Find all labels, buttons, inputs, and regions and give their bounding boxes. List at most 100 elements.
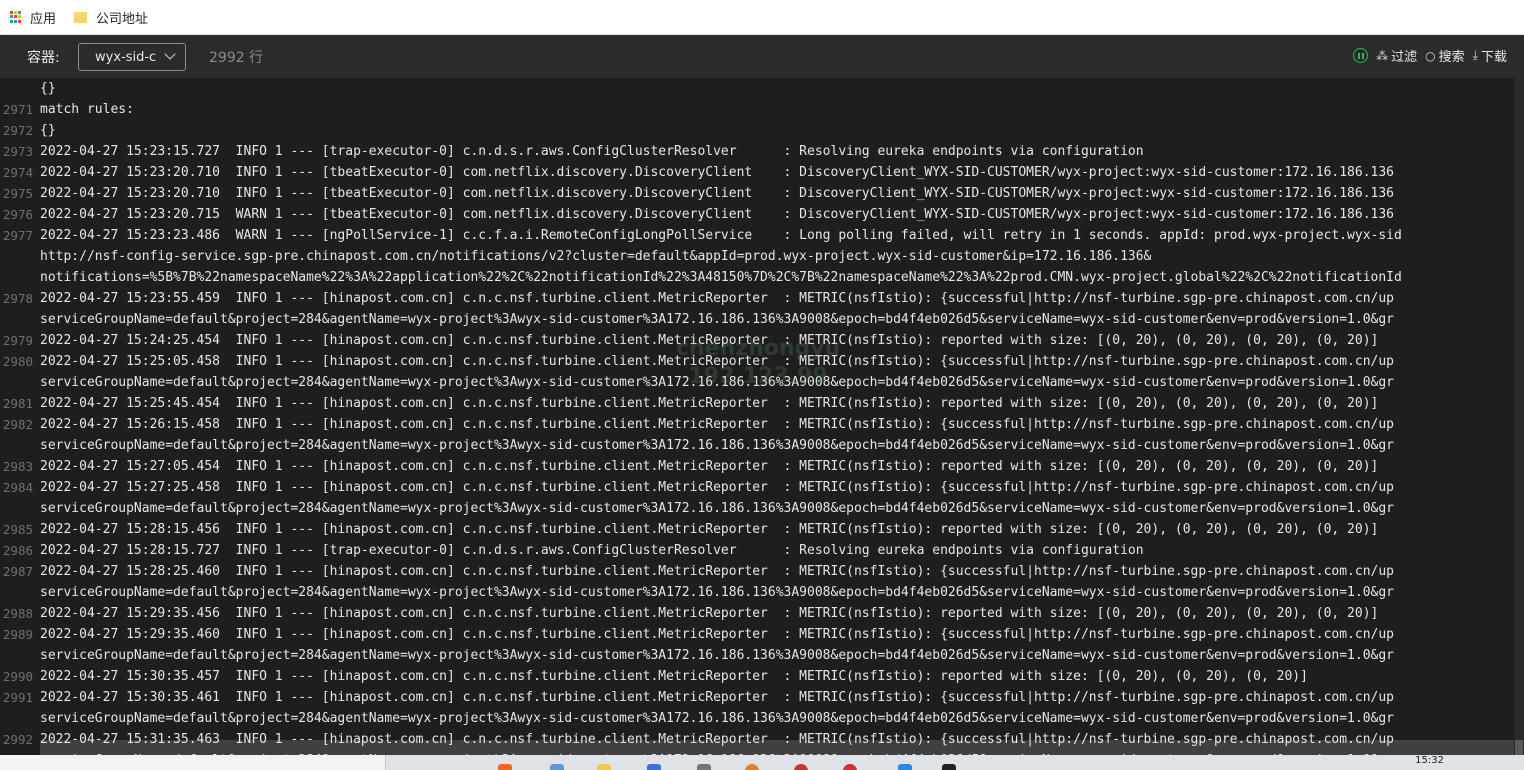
line-number [0,645,40,666]
horizontal-scrollbar[interactable] [40,740,1514,755]
line-count: 2992 行 [209,50,264,66]
log-row: 2975 2022-04-27 15:23:20.710 INFO 1 --- [… [0,183,1514,204]
line-number [0,708,40,729]
line-number [0,435,40,456]
log-row: 2981 2022-04-27 15:25:45.454 INFO 1 --- [… [0,393,1514,414]
log-line-text: serviceGroupName=default&project=284&age… [40,711,1395,726]
app-icon[interactable] [942,764,956,770]
app-icon[interactable] [745,764,759,770]
line-number [0,246,40,267]
line-number: 2972 [2,123,33,138]
log-line-text: 2022-04-27 15:26:15.458 INFO 1 --- [hina… [40,417,1395,432]
scrollbar-thumb[interactable] [1515,740,1523,755]
log-line-text: 2022-04-27 15:25:45.454 INFO 1 --- [hina… [40,396,1379,411]
log-line-text: 2022-04-27 15:30:35.457 INFO 1 --- [hina… [40,669,1308,684]
line-number: 2981 [2,396,33,411]
log-row: serviceGroupName=default&project=284&age… [0,708,1514,729]
log-row: 2985 2022-04-27 15:28:15.456 INFO 1 --- [… [0,519,1514,540]
line-number: 2977 [2,228,33,243]
line-number: 2990 [2,669,33,684]
log-line-text: serviceGroupName=default&project=284&age… [40,375,1395,390]
log-row: serviceGroupName=default&project=284&age… [0,309,1514,330]
log-toolbar: 容器: wyx-sid-c 2992 行 ⁂ 过滤 ○ 搜索 ⤓ 下载 [0,35,1524,78]
log-row: 2977 2022-04-27 15:23:23.486 WARN 1 --- [… [0,225,1514,246]
search-icon: ○ [1425,48,1436,63]
log-line-text: notifications=%5B%7B%22namespaceName%22%… [40,270,1402,285]
pause-circle-icon[interactable] [1353,48,1369,63]
vertical-scrollbar[interactable] [1514,78,1524,755]
line-number: 2974 [2,165,33,180]
log-row: 2972 {} [0,120,1514,141]
log-line-text: 2022-04-27 15:23:20.710 INFO 1 --- [tbea… [40,186,1395,201]
line-number [0,267,40,288]
app-icon[interactable] [550,764,564,770]
log-row: serviceGroupName=default&project=284&age… [0,645,1514,666]
bookmark-apps-label: 应用 [30,11,57,27]
line-number: 2985 [2,522,33,537]
log-line-text: 2022-04-27 15:28:15.456 INFO 1 --- [hina… [40,522,1379,537]
app-icon[interactable] [898,764,912,770]
log-viewer[interactable]: {} 2971 match rules: 2972 {} 2973 2022-04-27 1… [0,78,1514,755]
log-line-text: 2022-04-27 15:28:15.727 INFO 1 --- [trap… [40,543,1144,558]
log-line-text: serviceGroupName=default&project=284&age… [40,585,1395,600]
toolbar-actions: ⁂ 过滤 ○ 搜索 ⤓ 下载 [1353,46,1507,65]
line-number: 2984 [2,480,33,495]
log-line-text: serviceGroupName=default&project=284&age… [40,501,1395,516]
log-row: 2978 2022-04-27 15:23:55.459 INFO 1 --- [… [0,288,1514,309]
log-row: {} [0,78,1514,99]
bookmark-folder-company[interactable]: 公司地址 [74,0,148,34]
log-line-text: {} [40,81,56,96]
app-icon[interactable] [794,764,808,770]
log-line-text: serviceGroupName=default&project=284&age… [40,312,1395,327]
log-line-text: {} [40,123,56,138]
log-line-text: 2022-04-27 15:27:25.458 INFO 1 --- [hina… [40,480,1395,495]
filter-label: 过滤 [1391,50,1418,65]
log-line-text: 2022-04-27 15:30:35.461 INFO 1 --- [hina… [40,690,1395,705]
bookmark-apps[interactable]: 应用 [10,0,56,34]
taskbar-search-box[interactable] [0,755,386,770]
log-row: 2979 2022-04-27 15:24:25.454 INFO 1 --- [… [0,330,1514,351]
log-row: 2987 2022-04-27 15:28:25.460 INFO 1 --- [… [0,561,1514,582]
log-row: http://nsf-config-service.sgp-pre.chinap… [0,246,1514,267]
log-row: 2980 2022-04-27 15:25:05.458 INFO 1 --- [… [0,351,1514,372]
log-row: serviceGroupName=default&project=284&age… [0,498,1514,519]
line-number: 2973 [2,144,33,159]
line-number [0,309,40,330]
log-row: 2971 match rules: [0,99,1514,120]
line-number [0,498,40,519]
log-line-text: 2022-04-27 15:23:20.710 INFO 1 --- [tbea… [40,165,1395,180]
log-row: 2991 2022-04-27 15:30:35.461 INFO 1 --- [… [0,687,1514,708]
container-select[interactable]: wyx-sid-c [78,43,186,71]
line-number: 2979 [2,333,33,348]
log-row: 2983 2022-04-27 15:27:05.454 INFO 1 --- [… [0,456,1514,477]
log-line-text: http://nsf-config-service.sgp-pre.chinap… [40,249,1152,264]
download-button[interactable]: ⤓ 下载 [1473,46,1507,65]
log-row: 2984 2022-04-27 15:27:25.458 INFO 1 --- [… [0,477,1514,498]
chrome-icon[interactable] [843,764,857,770]
line-number: 2991 [2,690,33,705]
line-number: 2987 [2,564,33,579]
app-icon[interactable] [647,764,661,770]
taskbar: 15:32 [0,755,1524,770]
line-number: 2975 [2,186,33,201]
app-icon[interactable] [498,764,512,770]
line-number [0,582,40,603]
log-line-text: 2022-04-27 15:25:05.458 INFO 1 --- [hina… [40,354,1395,369]
log-row: 2974 2022-04-27 15:23:20.710 INFO 1 --- [… [0,162,1514,183]
log-row: 2973 2022-04-27 15:23:15.727 INFO 1 --- [… [0,141,1514,162]
line-number: 2988 [2,606,33,621]
filter-button[interactable]: ⁂ 过滤 [1376,46,1418,66]
folder-icon[interactable] [597,764,611,770]
download-label: 下载 [1480,50,1507,65]
app-icon[interactable] [697,764,711,770]
line-number: 2976 [2,207,33,222]
line-number: 2980 [2,354,33,369]
line-number: 2992 [2,732,33,747]
search-button[interactable]: ○ 搜索 [1425,46,1465,66]
download-icon: ⤓ [1472,48,1478,62]
folder-icon [74,11,87,23]
log-line-text: 2022-04-27 15:28:25.460 INFO 1 --- [hina… [40,564,1395,579]
log-line-text: 2022-04-27 15:23:15.727 INFO 1 --- [trap… [40,144,1144,159]
bookmark-folder-label: 公司地址 [96,11,149,27]
line-number: 2978 [2,291,33,306]
